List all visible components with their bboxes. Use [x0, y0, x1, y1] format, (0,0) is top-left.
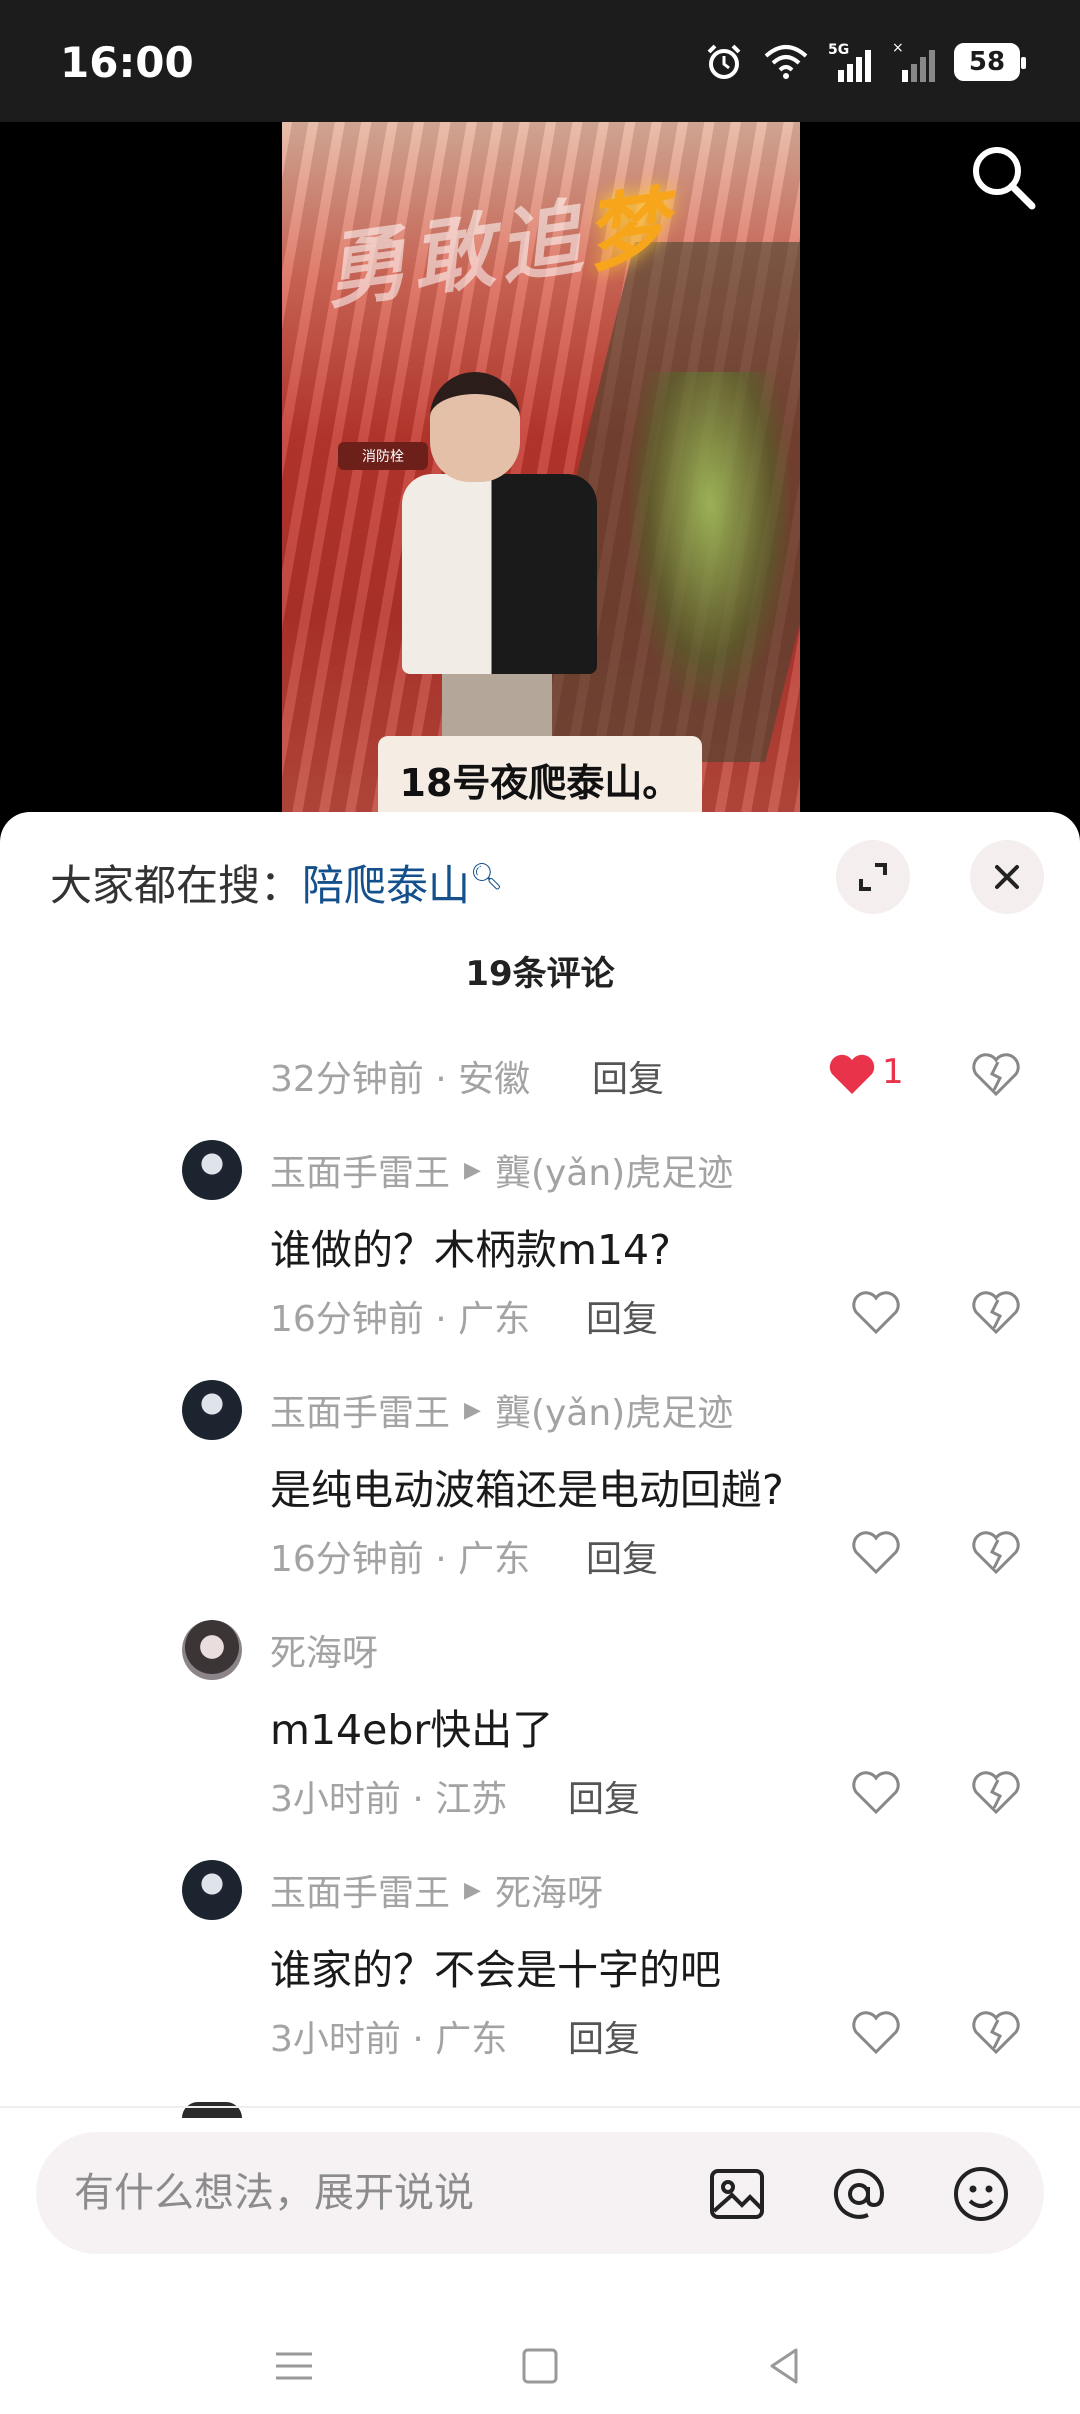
video-frame[interactable]: 消防栓 勇敢追梦 18号夜爬泰山。	[282, 122, 800, 822]
signal-sim2-icon: ×	[892, 40, 935, 82]
expand-icon	[859, 863, 887, 891]
back-icon[interactable]	[760, 2342, 808, 2390]
comment-text: 谁家的？不会是十字的吧	[270, 1946, 721, 1994]
reply-arrow-icon: ▶	[464, 1397, 481, 1423]
menu-icon[interactable]	[270, 2342, 318, 2390]
comment-meta: 3小时前 · 江苏	[270, 1779, 508, 1820]
like-count: 1	[882, 1052, 904, 1092]
system-navigation-bar	[0, 2312, 1080, 2414]
expand-button[interactable]	[836, 840, 910, 914]
emoji-icon[interactable]	[950, 2163, 1012, 2225]
comment-count: 19条评论	[465, 954, 615, 994]
close-icon	[995, 865, 1019, 889]
reply-button[interactable]: 回复	[568, 1770, 640, 1822]
comment-meta: 32分钟前 · 安徽	[270, 1059, 531, 1100]
reply-target[interactable]: 龔(yǎn)虎足迹	[495, 1144, 733, 1196]
status-time: 16:00	[60, 38, 194, 87]
trending-search-icon: 🔍︎	[470, 862, 504, 892]
dislike-icon[interactable]	[970, 1526, 1022, 1578]
comment-meta: 16分钟前 · 广东	[270, 1299, 531, 1340]
comment-meta: 16分钟前 · 广东	[270, 1539, 531, 1580]
trending-search[interactable]: 大家都在搜：陪爬泰山🔍︎	[50, 852, 503, 913]
divider	[0, 2106, 1080, 2108]
reply-button[interactable]: 回复	[568, 2010, 640, 2062]
dislike-icon[interactable]	[970, 1048, 1022, 1100]
comment-names: 玉面手雷王 ▶ 龔(yǎn)虎足迹	[270, 1384, 733, 1436]
comment-names: 玉面手雷王 ▶ 死海呀	[270, 1864, 603, 1916]
status-bar: 16:00 5G × 58	[0, 0, 1080, 122]
comment-text: 是纯电动波箱还是电动回趟?	[270, 1466, 784, 1514]
video-caption: 18号夜爬泰山。	[378, 736, 702, 822]
comment-names: 玉面手雷王 ▶ 龔(yǎn)虎足迹	[270, 1144, 733, 1196]
video-sign: 消防栓	[338, 442, 428, 470]
heart-outline-icon[interactable]	[850, 2006, 902, 2058]
comment-sheet: 大家都在搜：陪爬泰山🔍︎ 19条评论 32分钟前 · 安徽 回复 1 玉面手雷王…	[0, 812, 1080, 2414]
comment-meta: 3小时前 · 广东	[270, 2019, 508, 2060]
battery-indicator: 58	[954, 43, 1026, 81]
avatar[interactable]	[182, 2102, 242, 2118]
heart-filled-icon[interactable]	[826, 1048, 878, 1100]
reply-button[interactable]: 回复	[592, 1050, 664, 1102]
reply-target[interactable]: 龔(yǎn)虎足迹	[495, 1384, 733, 1436]
status-icons: 5G × 58	[704, 34, 1026, 90]
signal-5g-icon: 5G	[828, 42, 871, 82]
comment-author[interactable]: 玉面手雷王	[270, 1384, 450, 1436]
svg-text:×: ×	[892, 40, 904, 56]
heart-outline-icon[interactable]	[850, 1766, 902, 1818]
video-title-glow: 梦	[579, 177, 681, 285]
sheet-header: 大家都在搜：陪爬泰山🔍︎	[0, 812, 1080, 932]
comment-author[interactable]: 死海呀	[270, 1624, 378, 1676]
avatar[interactable]	[182, 1380, 242, 1440]
video-plant	[630, 372, 790, 702]
video-person-head	[430, 372, 520, 482]
reply-arrow-icon: ▶	[464, 1157, 481, 1183]
video-player[interactable]: 消防栓 勇敢追梦 18号夜爬泰山。	[0, 122, 1080, 822]
dislike-icon[interactable]	[970, 1766, 1022, 1818]
comment-input[interactable]	[74, 2132, 674, 2254]
comment-author[interactable]: 玉面手雷王	[270, 1144, 450, 1196]
image-icon[interactable]	[706, 2163, 768, 2225]
reply-button[interactable]: 回复	[586, 1530, 658, 1582]
reply-target[interactable]: 死海呀	[495, 1864, 603, 1916]
trending-label: 大家都在搜：	[50, 861, 303, 910]
avatar[interactable]	[182, 1860, 242, 1920]
search-icon[interactable]	[966, 140, 1040, 214]
comment-names: 死海呀	[270, 1624, 378, 1676]
trending-keyword[interactable]: 陪爬泰山	[302, 861, 470, 910]
dislike-icon[interactable]	[970, 1286, 1022, 1338]
network-label: 5G	[828, 42, 849, 58]
mention-icon[interactable]	[828, 2163, 890, 2225]
comment-composer	[36, 2132, 1044, 2254]
alarm-icon	[707, 44, 741, 79]
comment-text: 谁做的？木柄款m14?	[270, 1226, 671, 1274]
close-button[interactable]	[970, 840, 1044, 914]
wifi-icon	[764, 45, 808, 79]
heart-outline-icon[interactable]	[850, 1526, 902, 1578]
comment-text: m14ebr快出了	[270, 1706, 554, 1754]
heart-outline-icon[interactable]	[850, 1286, 902, 1338]
reply-button[interactable]: 回复	[586, 1290, 658, 1342]
home-icon[interactable]	[516, 2342, 564, 2390]
reply-arrow-icon: ▶	[464, 1877, 481, 1903]
avatar[interactable]	[182, 1140, 242, 1200]
comment-author[interactable]: 玉面手雷王	[270, 1864, 450, 1916]
video-person-shirt	[402, 474, 597, 674]
dislike-icon[interactable]	[970, 2006, 1022, 2058]
avatar[interactable]	[182, 1620, 242, 1680]
